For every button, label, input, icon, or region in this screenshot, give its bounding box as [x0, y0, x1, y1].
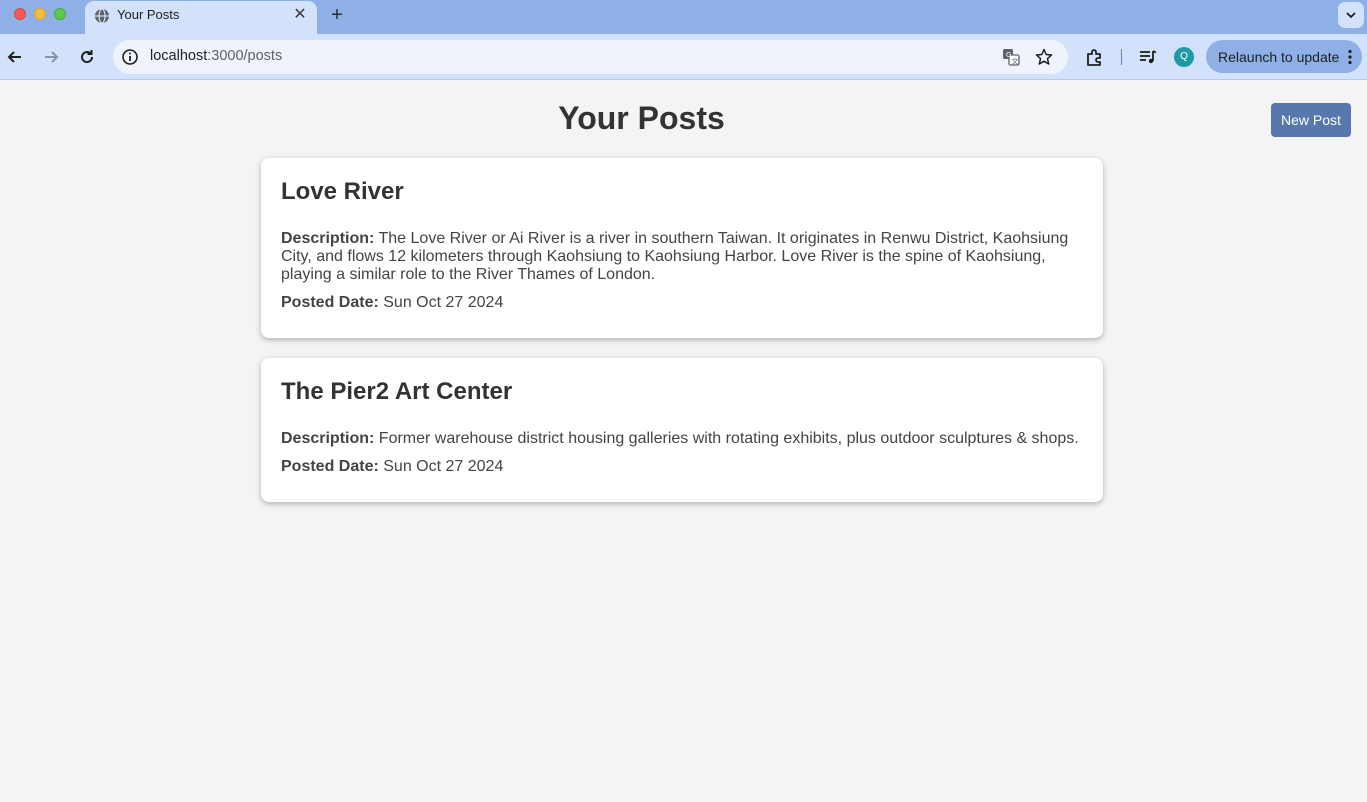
description-label: Description:: [281, 430, 375, 447]
post-date: Posted Date: Sun Oct 27 2024: [281, 458, 1083, 476]
tab-search-button[interactable]: [1338, 2, 1364, 28]
description-label: Description:: [281, 230, 375, 247]
date-label: Posted Date:: [281, 294, 379, 311]
post-title: The Pier2 Art Center: [281, 378, 513, 405]
new-tab-button[interactable]: +: [326, 4, 348, 26]
address-bar[interactable]: localhost:3000/posts G 文: [113, 40, 1068, 74]
close-icon[interactable]: ✕: [291, 6, 309, 24]
date-value: Sun Oct 27 2024: [383, 458, 504, 475]
toolbar-divider: [1121, 49, 1122, 65]
date-label: Posted Date:: [281, 458, 379, 475]
translate-icon[interactable]: G 文: [1002, 48, 1020, 66]
date-value: Sun Oct 27 2024: [383, 294, 504, 311]
page-content: Your Posts New Post Love River Descripti…: [0, 81, 1367, 802]
relaunch-label: Relaunch to update: [1218, 49, 1340, 65]
back-arrow-icon[interactable]: [4, 46, 26, 68]
post-title: Love River: [281, 178, 404, 205]
forward-arrow-icon[interactable]: [40, 46, 62, 68]
media-controls-icon[interactable]: [1137, 46, 1159, 68]
description-text: Former warehouse district housing galler…: [378, 430, 1079, 447]
extensions-icon[interactable]: [1084, 46, 1106, 68]
post-date: Posted Date: Sun Oct 27 2024: [281, 294, 1083, 312]
page-title: Your Posts: [558, 100, 725, 136]
description-text: The Love River or Ai River is a river in…: [281, 230, 1069, 283]
window-minimize-button[interactable]: [34, 8, 46, 20]
post-card: The Pier2 Art Center Description: Former…: [261, 358, 1103, 502]
browser-toolbar: localhost:3000/posts G 文 Q Relaunch to u…: [0, 34, 1367, 80]
more-vert-icon[interactable]: [1347, 49, 1353, 65]
browser-tab-active[interactable]: Your Posts ✕: [85, 1, 317, 34]
new-post-button[interactable]: New Post: [1271, 103, 1351, 137]
post-description: Description: Former warehouse district h…: [281, 430, 1083, 448]
relaunch-button[interactable]: Relaunch to update: [1206, 40, 1362, 73]
info-icon[interactable]: [121, 48, 139, 66]
window-zoom-button[interactable]: [54, 8, 66, 20]
post-description: Description: The Love River or Ai River …: [281, 230, 1083, 284]
post-card: Love River Description: The Love River o…: [261, 158, 1103, 338]
window-close-button[interactable]: [14, 8, 26, 20]
reload-icon[interactable]: [76, 46, 98, 68]
svg-text:文: 文: [1012, 57, 1019, 66]
url-host: localhost: [150, 48, 208, 64]
url-path: :3000/posts: [207, 48, 283, 64]
browser-tab-bar: Your Posts ✕ +: [0, 0, 1367, 34]
star-icon[interactable]: [1035, 48, 1053, 66]
url-text: localhost:3000/posts: [150, 48, 282, 64]
globe-icon: [94, 8, 110, 24]
tab-title: Your Posts: [117, 7, 180, 22]
profile-avatar[interactable]: Q: [1174, 47, 1194, 67]
